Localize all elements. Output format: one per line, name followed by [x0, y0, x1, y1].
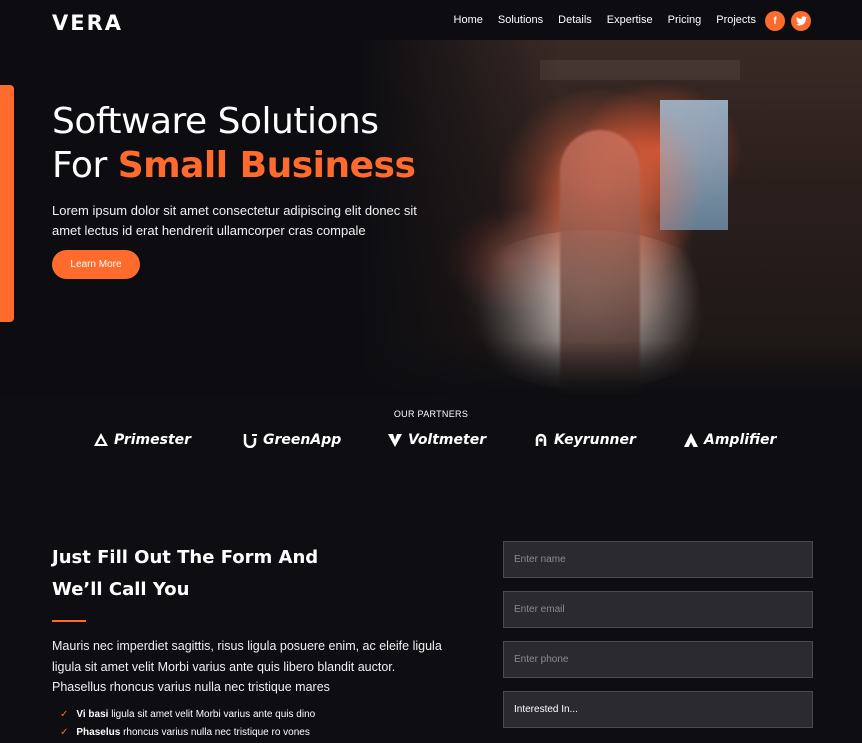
twitter-icon[interactable] — [791, 11, 811, 31]
facebook-icon[interactable]: f — [765, 11, 785, 31]
check-icon: ✓ — [60, 709, 69, 720]
nav-details[interactable]: Details — [558, 14, 592, 26]
accent-bar — [0, 85, 14, 322]
hero-section: VERA Home Solutions Details Expertise Pr… — [0, 0, 862, 396]
partners-title: OUR PARTNERS — [393, 409, 469, 419]
nav-projects[interactable]: Projects — [716, 14, 756, 26]
partner-amplifier[interactable]: Amplifier — [683, 432, 776, 448]
hero-title: Software Solutions For Small Business — [52, 101, 416, 186]
keyrunner-logo-icon — [535, 433, 547, 446]
list-item: ✓ Vi basi ligula sit amet velit Morbi va… — [60, 706, 315, 724]
twitter-bird-icon — [795, 16, 807, 26]
form-section-title: Just Fill Out The Form And We’ll Call Yo… — [52, 547, 319, 600]
logo[interactable]: VERA — [52, 11, 123, 35]
title-divider — [52, 620, 86, 622]
main-menu: Home Solutions Details Expertise Pricing… — [454, 14, 756, 26]
list-item: ✓ Phaselus rhoncus varius nulla nec tris… — [60, 724, 315, 742]
phone-field[interactable] — [503, 641, 813, 678]
greenapp-logo-icon — [243, 434, 257, 448]
hero-title-accent: Small Business — [117, 145, 416, 186]
partners-section: OUR PARTNERS Primester GreenApp Voltmete… — [0, 396, 862, 486]
primester-logo-icon — [94, 433, 108, 446]
partner-voltmeter[interactable]: Voltmeter — [387, 432, 486, 448]
nav-solutions[interactable]: Solutions — [498, 14, 543, 26]
form-section-description: Mauris nec imperdiet sagittis, risus lig… — [52, 639, 442, 694]
voltmeter-logo-icon — [388, 434, 402, 447]
partner-primester[interactable]: Primester — [93, 432, 191, 448]
nav-pricing[interactable]: Pricing — [668, 14, 702, 26]
interest-select[interactable]: Interested In... — [503, 691, 813, 728]
email-field[interactable] — [503, 591, 813, 628]
hero-description: Lorem ipsum dolor sit amet consectetur a… — [52, 203, 417, 238]
partner-greenapp[interactable]: GreenApp — [242, 432, 341, 448]
name-field[interactable] — [503, 541, 813, 578]
partner-keyrunner[interactable]: Keyrunner — [533, 432, 636, 448]
feature-checklist: ✓ Vi basi ligula sit amet velit Morbi va… — [60, 706, 315, 742]
amplifier-logo-icon — [684, 433, 698, 447]
learn-more-button[interactable]: Learn More — [52, 250, 140, 279]
nav-expertise[interactable]: Expertise — [607, 14, 653, 26]
check-icon: ✓ — [60, 727, 69, 738]
top-nav: VERA Home Solutions Details Expertise Pr… — [0, 0, 862, 42]
nav-home[interactable]: Home — [454, 14, 483, 26]
